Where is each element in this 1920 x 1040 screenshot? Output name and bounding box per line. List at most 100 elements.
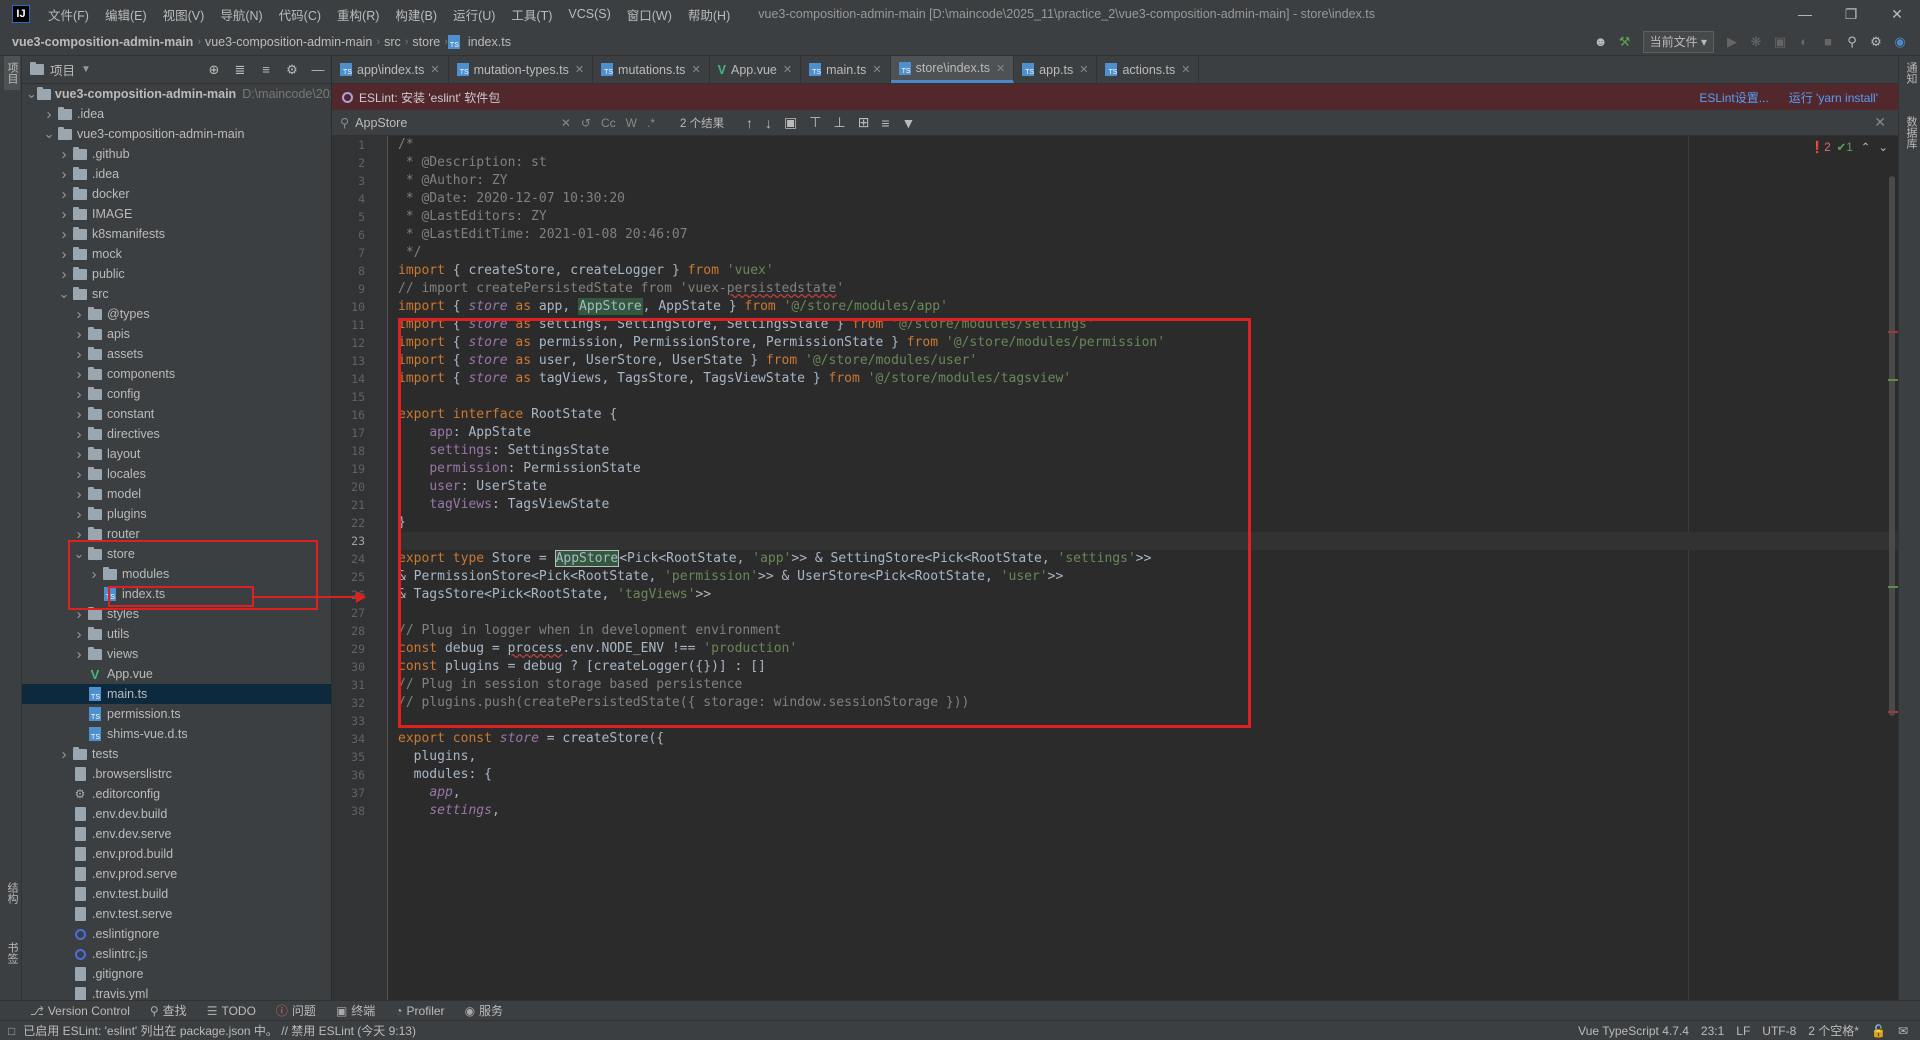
tree-item[interactable]: .eslintrc.js xyxy=(22,944,331,964)
scrollbar-thumb[interactable] xyxy=(1889,176,1895,716)
line-number[interactable]: 3 xyxy=(332,172,387,190)
database-tool-button[interactable]: 数据库 xyxy=(1903,110,1919,155)
line-number[interactable]: 36 xyxy=(332,766,387,784)
tree-item[interactable]: › views xyxy=(22,644,331,664)
editor-tab[interactable]: TS main.ts ✕ xyxy=(801,56,891,83)
chevron-right-icon[interactable]: › xyxy=(56,246,72,263)
error-marker[interactable] xyxy=(1888,331,1898,333)
line-number[interactable]: 1 xyxy=(332,136,387,154)
prev-occurrence-icon[interactable]: ↑ xyxy=(740,115,759,131)
tree-item[interactable]: .browserslistrc xyxy=(22,764,331,784)
breadcrumb-item[interactable]: vue3-composition-admin-main xyxy=(201,35,376,49)
tree-item[interactable]: › components xyxy=(22,364,331,384)
chevron-right-icon[interactable]: › xyxy=(71,646,87,663)
menu-item[interactable]: 重构(R) xyxy=(329,5,387,24)
menu-item[interactable]: 构建(B) xyxy=(387,5,445,24)
line-number[interactable]: 29 xyxy=(332,640,387,658)
tree-item[interactable]: › .github xyxy=(22,144,331,164)
hide-icon[interactable]: — xyxy=(305,62,331,78)
jetbrains-toolbox-icon[interactable]: ◉ xyxy=(1888,31,1912,53)
menu-item[interactable]: 视图(V) xyxy=(155,5,213,24)
chevron-down-icon[interactable]: ⌄ xyxy=(26,86,37,102)
language-indicator[interactable]: Vue TypeScript 4.7.4 xyxy=(1578,1024,1689,1038)
run-config-select[interactable]: 当前文件 ▾ xyxy=(1642,30,1714,53)
status-message[interactable]: 已启用 ESLint: 'eslint' 列出在 package.json 中。… xyxy=(23,1022,416,1039)
match-case-icon[interactable]: Cc xyxy=(596,116,621,130)
tree-item[interactable]: .env.prod.build xyxy=(22,844,331,864)
tree-item[interactable]: › config xyxy=(22,384,331,404)
close-button[interactable]: ✕ xyxy=(1874,0,1920,28)
line-number[interactable]: 23 xyxy=(332,532,387,550)
tree-item[interactable]: .travis.yml xyxy=(22,984,331,1000)
close-tab-icon[interactable]: ✕ xyxy=(1181,63,1190,76)
tree-item[interactable]: › public xyxy=(22,264,331,284)
chevron-right-icon[interactable]: › xyxy=(56,186,72,203)
project-tool-button[interactable]: 项目 xyxy=(4,56,20,90)
line-number[interactable]: 11 xyxy=(332,316,387,334)
line-separator[interactable]: LF xyxy=(1736,1024,1750,1038)
line-number[interactable]: 16 xyxy=(332,406,387,424)
tree-item[interactable]: › @types xyxy=(22,304,331,324)
tree-item[interactable]: › layout xyxy=(22,444,331,464)
tree-item[interactable]: ⌄ src xyxy=(22,284,331,304)
build-hammer-icon[interactable]: ⚒ xyxy=(1613,31,1637,53)
chevron-right-icon[interactable]: › xyxy=(71,486,87,503)
line-number[interactable]: 8 xyxy=(332,262,387,280)
tree-item[interactable]: › .idea xyxy=(22,164,331,184)
restore-button[interactable]: ❐ xyxy=(1828,0,1874,28)
collapse-all-icon[interactable]: ≡ xyxy=(253,62,279,78)
tree-item[interactable]: › mock xyxy=(22,244,331,264)
menu-item[interactable]: 工具(T) xyxy=(503,5,560,24)
chevron-right-icon[interactable]: › xyxy=(71,446,87,463)
line-number[interactable]: 37 xyxy=(332,784,387,802)
code-line[interactable]: // import createPersistedState from 'vue… xyxy=(398,280,1898,298)
line-number[interactable]: 34 xyxy=(332,730,387,748)
bottom-tool-button[interactable]: ⎇ Version Control xyxy=(30,1004,130,1018)
breadcrumb-item[interactable]: index.ts xyxy=(464,35,515,49)
line-number[interactable]: 38 xyxy=(332,802,387,820)
bottom-tool-button[interactable]: ◉ 服务 xyxy=(465,1002,504,1019)
expand-all-icon[interactable]: ≣ xyxy=(227,62,253,78)
tree-item[interactable]: › .idea xyxy=(22,104,331,124)
tree-item[interactable]: › locales xyxy=(22,464,331,484)
coverage-icon[interactable]: ▣ xyxy=(1768,31,1792,53)
find-input[interactable]: ⚲ AppStore ✕ ↺ Cc W .* xyxy=(340,115,660,131)
tree-item[interactable]: › tests xyxy=(22,744,331,764)
chevron-right-icon[interactable]: › xyxy=(71,626,87,643)
close-tab-icon[interactable]: ✕ xyxy=(691,63,700,76)
tree-item[interactable]: TS shims-vue.d.ts xyxy=(22,724,331,744)
chevron-right-icon[interactable]: › xyxy=(56,206,72,223)
tree-item[interactable]: .env.dev.build xyxy=(22,804,331,824)
line-number[interactable]: 28 xyxy=(332,622,387,640)
line-number[interactable]: 7 xyxy=(332,244,387,262)
tree-item[interactable]: ⚙ .editorconfig xyxy=(22,784,331,804)
chevron-down-icon[interactable]: ⌄ xyxy=(41,126,57,142)
tree-item[interactable]: › directives xyxy=(22,424,331,444)
warning-marker[interactable] xyxy=(1888,379,1898,381)
code-line[interactable]: import { store as app, AppStore, AppStat… xyxy=(398,298,1898,316)
code-line[interactable]: * @Date: 2020-12-07 10:30:20 xyxy=(398,190,1898,208)
tree-item[interactable]: › plugins xyxy=(22,504,331,524)
search-everywhere-icon[interactable]: ⚲ xyxy=(1840,31,1864,53)
select-all-occurrences-icon[interactable]: ▣ xyxy=(778,114,803,131)
line-number[interactable]: 9 xyxy=(332,280,387,298)
line-number[interactable]: 6 xyxy=(332,226,387,244)
profile-icon[interactable]: ◐ xyxy=(1792,31,1816,53)
chevron-right-icon[interactable]: › xyxy=(71,326,87,343)
eslint-settings-link[interactable]: ESLint设置... xyxy=(1699,89,1768,106)
line-number[interactable]: 25 xyxy=(332,568,387,586)
tree-item[interactable]: .env.test.serve xyxy=(22,904,331,924)
tree-item[interactable]: › apis xyxy=(22,324,331,344)
editor-tab[interactable]: TS store\index.ts ✕ xyxy=(890,56,1015,83)
tree-item[interactable]: .gitignore xyxy=(22,964,331,984)
editor-tab[interactable]: V App.vue ✕ xyxy=(710,56,802,83)
layout-icon[interactable]: □ xyxy=(8,1024,15,1038)
toggle-selection-icon[interactable]: ⊞ xyxy=(852,114,876,131)
chevron-right-icon[interactable]: › xyxy=(56,166,72,183)
line-number[interactable]: 2 xyxy=(332,154,387,172)
breadcrumb-item[interactable]: store xyxy=(408,35,444,49)
locate-icon[interactable]: ⊕ xyxy=(201,62,227,78)
chevron-right-icon[interactable]: › xyxy=(56,226,72,243)
code-line[interactable]: */ xyxy=(398,244,1898,262)
close-tab-icon[interactable]: ✕ xyxy=(783,63,792,76)
